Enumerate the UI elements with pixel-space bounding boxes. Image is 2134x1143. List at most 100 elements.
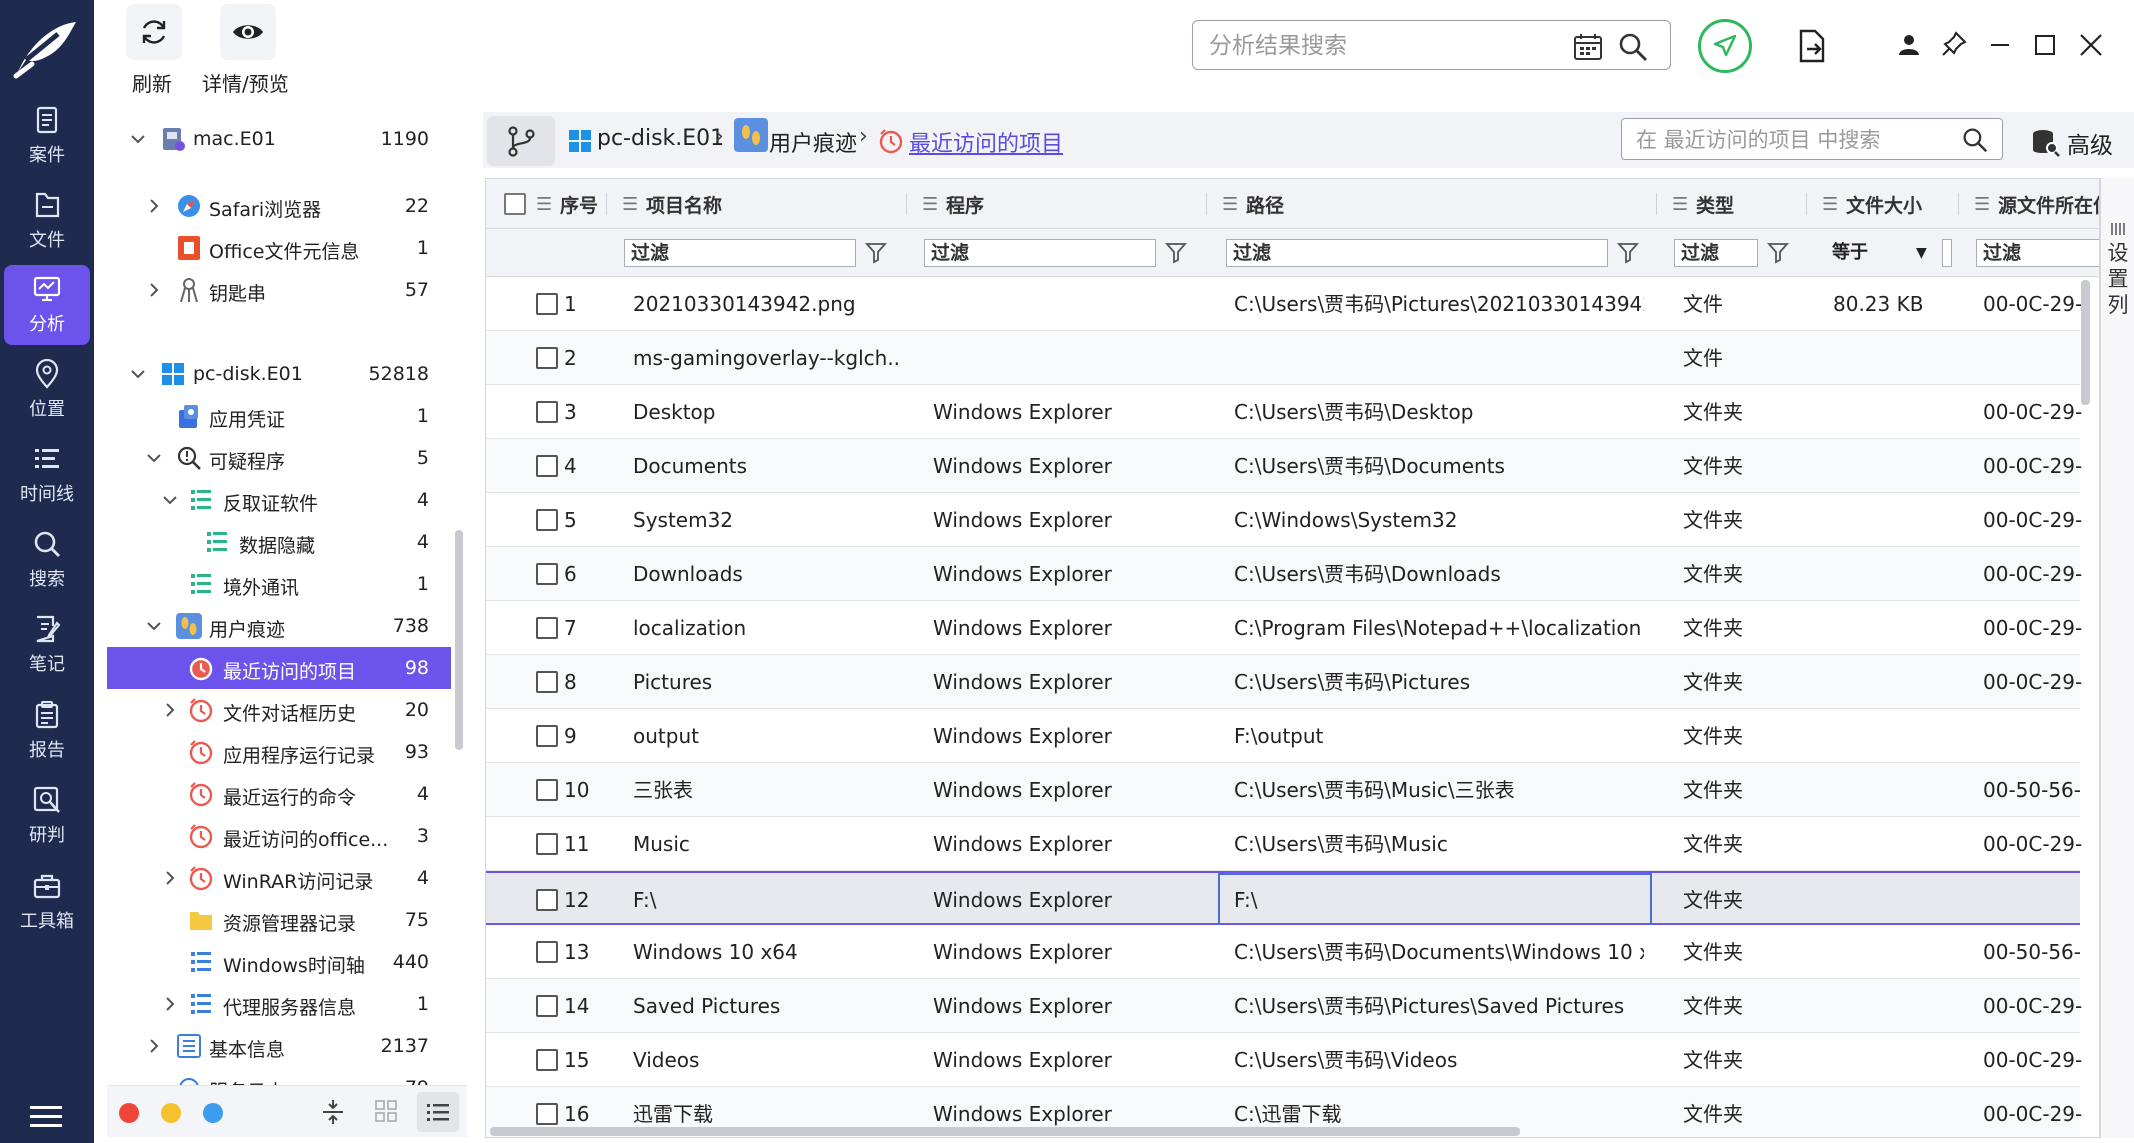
breadcrumb-item-recent-items[interactable]: 最近访问的项目 [909, 126, 1063, 158]
pin-icon[interactable] [1941, 31, 1967, 57]
branch-button[interactable] [487, 116, 555, 166]
chevron-down-icon[interactable] [127, 363, 149, 385]
row-checkbox[interactable] [536, 833, 558, 855]
nav-item-judge[interactable]: 研判 [4, 776, 90, 856]
advanced-button[interactable]: 高级 [2027, 120, 2125, 160]
tree-item[interactable]: mac.E01 1190 [107, 118, 451, 160]
refresh-button[interactable] [126, 4, 182, 60]
filter-funnel-icon[interactable] [1616, 240, 1640, 264]
nav-item-toolbox[interactable]: 工具箱 [4, 862, 90, 942]
row-checkbox[interactable] [536, 563, 558, 585]
tree-item[interactable]: 资源管理器记录 75 [107, 899, 451, 941]
filter-input-size[interactable] [1942, 239, 1952, 267]
blue-tag-icon[interactable] [203, 1103, 223, 1123]
select-all-checkbox[interactable] [504, 193, 526, 215]
filter-input-source[interactable]: 过滤 [1976, 239, 2099, 267]
filter-funnel-icon[interactable] [1164, 240, 1188, 264]
tree-item[interactable]: 最近访问的项目 98 [107, 647, 451, 689]
tree-item[interactable]: Safari浏览器 22 [107, 185, 451, 227]
tree-item[interactable]: 文件对话框历史 20 [107, 689, 451, 731]
table-row[interactable]: 11 Music Windows Explorer C:\Users\贾韦码\Musi… [486, 817, 2082, 871]
publish-button[interactable] [1698, 19, 1752, 73]
table-row[interactable]: 6 Downloads Windows Explorer C:\Users\贾韦码\D… [486, 547, 2082, 601]
tree-item[interactable]: 最近访问的office... 3 [107, 815, 451, 857]
grid-view-icon[interactable] [375, 1100, 397, 1122]
filter-input-name[interactable]: 过滤 [624, 239, 856, 267]
grid-vertical-scrollbar[interactable] [2081, 280, 2090, 405]
tree-item[interactable]: 钥匙串 57 [107, 269, 451, 311]
minimize-icon[interactable] [1988, 33, 2012, 57]
table-row[interactable]: 9 output Windows Explorer F:\output 文件夹 [486, 709, 2080, 763]
row-checkbox[interactable] [536, 725, 558, 747]
table-row[interactable]: 7 localization Windows Explorer C:\Program … [486, 601, 2082, 655]
nav-item-case[interactable]: 案件 [4, 96, 90, 176]
calendar-icon[interactable] [1573, 33, 1603, 61]
table-row[interactable]: 3 Desktop Windows Explorer C:\Users\贾韦码\Des… [486, 385, 2082, 439]
row-checkbox[interactable] [536, 509, 558, 531]
col-header-type[interactable]: ☰ 类型 [1672, 179, 1734, 229]
col-header-index[interactable]: ☰ 序号 [536, 179, 598, 229]
nav-item-analysis[interactable]: 分析 [4, 265, 90, 345]
table-row[interactable]: 1 20210330143942.png C:\Users\贾韦码\Pictures… [486, 277, 2082, 331]
search-icon[interactable] [1618, 32, 1648, 62]
chevron-right-icon[interactable] [159, 993, 181, 1015]
yellow-tag-icon[interactable] [161, 1103, 181, 1123]
grid-horizontal-scrollbar[interactable] [490, 1127, 1520, 1136]
table-row[interactable]: 13 Windows 10 x64 Windows Explorer C:\Users… [486, 925, 2081, 979]
row-checkbox[interactable] [536, 293, 558, 315]
row-checkbox[interactable] [536, 401, 558, 423]
tree-item[interactable]: 最近运行的命令 4 [107, 773, 451, 815]
row-checkbox[interactable] [536, 617, 558, 639]
nav-item-report[interactable]: 报告 [4, 691, 90, 771]
tree-item[interactable]: Office文件元信息 1 [107, 227, 451, 269]
chevron-down-icon[interactable] [143, 615, 165, 637]
filter-funnel-icon[interactable] [1766, 240, 1790, 264]
table-row[interactable]: 2 ms-gamingoverlay--kglch... 文件 [486, 331, 2080, 385]
filter-input-program[interactable]: 过滤 [924, 239, 1156, 267]
chevron-right-icon[interactable] [159, 699, 181, 721]
tree-scrollbar[interactable] [455, 530, 463, 750]
table-row[interactable]: 10 三张表 Windows Explorer C:\Users\贾韦码\Music\… [486, 763, 2081, 817]
row-checkbox[interactable] [536, 889, 558, 911]
inner-search-input[interactable] [1636, 126, 1936, 154]
tree-item[interactable]: WinRAR访问记录 4 [107, 857, 451, 899]
col-header-path[interactable]: ☰ 路径 [1222, 179, 1284, 229]
row-checkbox[interactable] [536, 671, 558, 693]
row-checkbox[interactable] [536, 347, 558, 369]
row-checkbox[interactable] [536, 995, 558, 1017]
details-preview-button[interactable] [220, 4, 276, 60]
col-header-source[interactable]: ☰源文件所在位置 [1974, 179, 2099, 229]
tree-item[interactable]: 境外通讯 1 [107, 563, 451, 605]
row-checkbox[interactable] [536, 455, 558, 477]
chevron-right-icon[interactable] [143, 195, 165, 217]
export-button[interactable] [1792, 26, 1832, 66]
menu-icon[interactable] [26, 1102, 68, 1132]
breadcrumb-item-disk[interactable]: pc-disk.E01 [597, 126, 724, 151]
tree-item[interactable]: Windows时间轴 440 [107, 941, 451, 983]
row-checkbox[interactable] [536, 1103, 558, 1125]
tree-item[interactable]: 可疑程序 5 [107, 437, 451, 479]
nav-item-file[interactable]: 文件 [4, 181, 90, 261]
maximize-icon[interactable] [2033, 33, 2057, 57]
tree-item[interactable]: 基本信息 2137 [107, 1025, 451, 1067]
size-operator-select[interactable]: 等于 ▼ [1832, 240, 1936, 268]
chevron-right-icon[interactable] [143, 1035, 165, 1057]
filter-funnel-icon[interactable] [864, 240, 888, 264]
list-view-button[interactable] [417, 1092, 459, 1132]
tree-item[interactable]: 代理服务器信息 1 [107, 983, 451, 1025]
row-checkbox[interactable] [536, 1049, 558, 1071]
close-icon[interactable] [2078, 32, 2104, 58]
tree-item[interactable]: 应用凭证 1 [107, 395, 451, 437]
nav-item-notes[interactable]: 笔记 [4, 605, 90, 685]
column-settings-tab[interactable]: 设置列 [2100, 178, 2134, 1138]
search-icon[interactable] [1962, 127, 1988, 153]
col-header-name[interactable]: ☰ 项目名称 [622, 179, 722, 229]
filter-input-path[interactable]: 过滤 [1226, 239, 1608, 267]
breadcrumb-item-user-traces[interactable]: 用户痕迹 [769, 126, 857, 158]
tree-item[interactable]: pc-disk.E01 52818 [107, 353, 451, 395]
chevron-right-icon[interactable] [159, 867, 181, 889]
table-row[interactable]: 12 F:\ Windows Explorer F:\ 文件夹 [486, 871, 2080, 927]
table-row[interactable]: 5 System32 Windows Explorer C:\Windows\Syst… [486, 493, 2082, 547]
tree-item[interactable]: 反取证软件 4 [107, 479, 451, 521]
nav-item-location[interactable]: 位置 [4, 350, 90, 430]
